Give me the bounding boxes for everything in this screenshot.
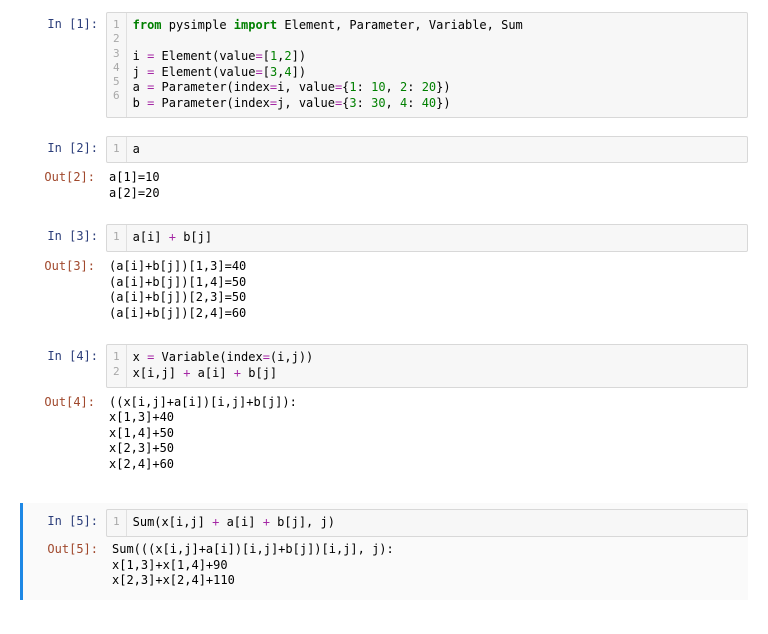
prompt-out: Out[3]: (28, 254, 103, 326)
prompt-in: In [5]: (31, 509, 106, 537)
line-gutter: 1 2 (107, 345, 127, 386)
prompt-out: Out[4]: (28, 390, 103, 478)
code-content[interactable]: Sum(x[i,j] + a[i] + b[j], j) (127, 510, 747, 536)
prompt-in: In [3]: (31, 224, 106, 252)
prompt-in: In [4]: (31, 344, 106, 387)
prompt-in: In [2]: (31, 136, 106, 164)
code-input[interactable]: 1 2 3 4 5 6from pysimple import Element,… (106, 12, 748, 118)
code-content[interactable]: x = Variable(index=(i,j)) x[i,j] + a[i] … (127, 345, 747, 386)
line-gutter: 1 2 3 4 5 6 (107, 13, 127, 117)
notebook: In [1]:1 2 3 4 5 6from pysimple import E… (20, 12, 748, 600)
code-content[interactable]: a (127, 137, 747, 163)
prompt-out: Out[2]: (28, 165, 103, 206)
code-input[interactable]: 1a[i] + b[j] (106, 224, 748, 252)
prompt-in: In [1]: (31, 12, 106, 118)
line-gutter: 1 (107, 225, 127, 251)
code-content[interactable]: a[i] + b[j] (127, 225, 747, 251)
output-text: (a[i]+b[j])[1,3]=40 (a[i]+b[j])[1,4]=50 … (103, 254, 748, 326)
output-text: a[1]=10 a[2]=20 (103, 165, 748, 206)
code-content[interactable]: from pysimple import Element, Parameter,… (127, 13, 747, 117)
prompt-out: Out[5]: (31, 537, 106, 594)
code-input[interactable]: 1a (106, 136, 748, 164)
code-input[interactable]: 1Sum(x[i,j] + a[i] + b[j], j) (106, 509, 748, 537)
line-gutter: 1 (107, 137, 127, 163)
output-text: Sum(((x[i,j]+a[i])[i,j]+b[j])[i,j], j): … (106, 537, 748, 594)
output-text: ((x[i,j]+a[i])[i,j]+b[j]): x[1,3]+40 x[1… (103, 390, 748, 478)
line-gutter: 1 (107, 510, 127, 536)
code-input[interactable]: 1 2x = Variable(index=(i,j)) x[i,j] + a[… (106, 344, 748, 387)
